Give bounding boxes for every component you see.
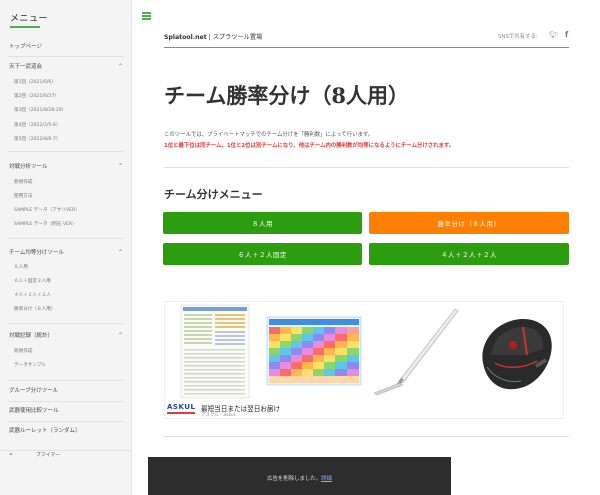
sidebar-item-label: 対戦記録（統計） <box>9 333 54 339</box>
sidebar-subitem-tournament-2[interactable]: 第2回（2021/6/27） <box>0 91 131 103</box>
sidebar-subitem-label: 勝率分け（８人用） <box>14 307 56 312</box>
chevron-up-icon: ⌃ <box>117 163 123 170</box>
twitter-icon[interactable]: 🐦︎ <box>549 31 558 39</box>
site-name-bold: Splatool.net <box>164 34 207 41</box>
details-link[interactable]: 詳細 <box>321 476 332 482</box>
button-4-plus-2-plus-2[interactable]: ４人＋２人＋２人 <box>369 243 569 265</box>
ad-brand-logo: ASKUL <box>167 403 196 411</box>
chevron-up-icon: ⌃ <box>117 332 123 339</box>
sidebar-subitem-tournament-1[interactable]: 第1回（2021/6/6） <box>0 77 131 89</box>
sidebar-subitem-tournament-4[interactable]: 第4回（2022/2/5-6） <box>0 120 131 132</box>
sidebar-subitem-analysis-new[interactable]: 新規作成 <box>0 177 131 189</box>
ad-subtitle: アスクル - askul <box>201 413 236 418</box>
chevron-down-icon: ⌄ <box>8 449 14 457</box>
sidebar-subitem-analysis-sample-akashi[interactable]: SAMPLE データ（明石 VER） <box>0 219 131 231</box>
sidebar-item-label: 天下一武道会 <box>9 64 43 70</box>
button-label: 勝率分け（８人用） <box>437 219 501 228</box>
sidebar-subitem-analysis-usage[interactable]: 使用方法 <box>0 191 131 203</box>
sidebar-item-label: トップページ <box>9 44 42 50</box>
sidebar-item-label: 武器ルーレット（ランダム） <box>9 428 81 434</box>
sidebar-divider <box>8 323 124 324</box>
sidebar-divider <box>8 151 124 152</box>
sidebar-title-underline <box>10 26 40 28</box>
sidebar-subitem-records-new[interactable]: 新規作成 <box>0 346 131 358</box>
sidebar-subitem-split-6-2[interactable]: ６人＋固定２人用 <box>0 276 131 288</box>
sidebar-subitem-label: ６人＋固定２人用 <box>14 279 51 284</box>
page-title: チーム勝率分け（8人用） <box>164 83 409 108</box>
sidebar-subitem-analysis-sample-asari[interactable]: SAMPLE データ（アサリVER） <box>0 205 131 217</box>
gaming-mouse-image <box>465 303 563 400</box>
sidebar-subitem-label: SAMPLE データ（アサリVER） <box>14 208 80 213</box>
button-label: ６人＋２人固定 <box>238 250 287 259</box>
sword-image <box>365 303 463 400</box>
ad-removed-message: 広告を削除しました。詳細 <box>148 474 451 482</box>
site-name[interactable]: Splatool.net | スプラツール置場 <box>164 32 262 41</box>
sidebar-subitem-label: ４人＋２人＋２人 <box>14 293 51 298</box>
share-label: SNSで共有する: <box>498 34 538 40</box>
sidebar-divider <box>8 401 124 402</box>
ad-banner[interactable]: ⓘ ✕ <box>164 301 564 419</box>
menu-section-title: チーム分けメニュー <box>164 188 263 201</box>
ad-removed-bar: 広告を削除しました。詳細 <box>148 457 451 495</box>
sidebar-subitem-split-8[interactable]: ８人用 <box>0 262 131 274</box>
sidebar-subitem-label: 第4回（2022/2/5-6） <box>14 123 61 128</box>
chevron-up-icon: ⌃ <box>117 63 123 70</box>
button-label: ８人用 <box>252 219 273 228</box>
sidebar: メニュー トップページ 天下一武道会 ⌃ 第1回（2021/6/6） 第2回（20… <box>0 0 132 495</box>
sidebar-subitem-split-winrate[interactable]: 勝率分け（８人用） <box>0 304 131 316</box>
sidebar-subitem-split-4-2-2[interactable]: ４人＋２人＋２人 <box>0 290 131 302</box>
sidebar-divider <box>8 238 124 239</box>
sidebar-divider <box>8 56 124 57</box>
sidebar-item-weapon-roulette[interactable]: 武器ルーレット（ランダム） <box>0 424 131 438</box>
sidebar-item-label: 武器使用比較ツール <box>9 408 59 414</box>
facebook-icon[interactable]: f <box>565 30 568 39</box>
sidebar-subitem-tournament-3[interactable]: 第3回（2021/8/28-29） <box>0 105 131 117</box>
sidebar-item-top-page[interactable]: トップページ <box>0 40 131 54</box>
sidebar-subitem-label: 第1回（2021/6/6） <box>14 80 56 85</box>
header-divider <box>164 47 569 48</box>
document-chart-image <box>167 303 263 400</box>
sidebar-item-label: 対戦分析ツール <box>9 164 48 170</box>
site-name-subtitle: | スプラツール置場 <box>206 34 263 41</box>
sidebar-item-tournament[interactable]: 天下一武道会 ⌃ <box>0 60 131 74</box>
button-winrate-8-players[interactable]: 勝率分け（８人用） <box>369 212 569 234</box>
ad-brand-underline <box>167 412 195 414</box>
sidebar-subitem-label: 第3回（2021/8/28-29） <box>14 108 67 113</box>
page-note: 1位と最下位は同チーム、1位と2位は別チームになり、他はチーム内の勝利数が均等に… <box>164 143 455 149</box>
sidebar-item-label: グループ分けツール <box>9 388 59 394</box>
sidebar-divider <box>8 380 124 381</box>
colorful-table-image <box>265 303 363 400</box>
sidebar-subitem-label: 第5回（2022/8/6-7） <box>14 137 61 142</box>
sidebar-subitem-label: 第2回（2021/6/27） <box>14 94 59 99</box>
sidebar-subitem-label: 新規作成 <box>14 349 33 354</box>
sidebar-subitem-label: SAMPLE データ（明石 VER） <box>14 222 77 227</box>
sidebar-subitem-label: ８人用 <box>14 265 28 270</box>
sidebar-item-label: チーム均等分けツール <box>9 250 64 256</box>
sidebar-item-weapon-compare[interactable]: 武器使用比較ツール <box>0 404 131 418</box>
sidebar-subitem-records-sample[interactable]: データサンプル <box>0 360 131 372</box>
page-description: このツールでは、プライベートマッチでのチーム分けを「勝利数」によって行います。 <box>164 132 374 138</box>
button-label: ４人＋２人＋２人 <box>441 250 497 259</box>
sidebar-subitem-label: 使用方法 <box>14 194 33 199</box>
sidebar-item-team-split[interactable]: チーム均等分けツール ⌃ <box>0 246 131 260</box>
sidebar-subitem-tournament-5[interactable]: 第5回（2022/8/6-7） <box>0 134 131 146</box>
chevron-up-icon: ⌃ <box>117 249 123 256</box>
sidebar-subitem-label: データサンプル <box>14 363 47 368</box>
sidebar-divider <box>8 421 124 422</box>
sidebar-title: メニュー <box>10 14 49 24</box>
button-8-players[interactable]: ８人用 <box>163 212 362 234</box>
sidebar-subitem-label: 新規作成 <box>14 180 33 185</box>
sidebar-item-group-split[interactable]: グループ分けツール <box>0 384 131 398</box>
sidebar-item-match-records[interactable]: 対戦記録（統計） ⌃ <box>0 329 131 343</box>
button-6-plus-2-fixed[interactable]: ６人＋２人固定 <box>163 243 362 265</box>
menu-icon[interactable] <box>142 12 151 20</box>
sidebar-collapsed-section[interactable]: ⌄ ブフイマー <box>0 449 131 460</box>
content-divider-bottom <box>164 436 569 437</box>
ad-removed-text: 広告を削除しました。 <box>267 476 322 482</box>
sidebar-item-match-analysis[interactable]: 対戦分析ツール ⌃ <box>0 160 131 174</box>
sidebar-collapsed-label: ブフイマー <box>36 453 60 458</box>
content-divider <box>164 167 569 168</box>
